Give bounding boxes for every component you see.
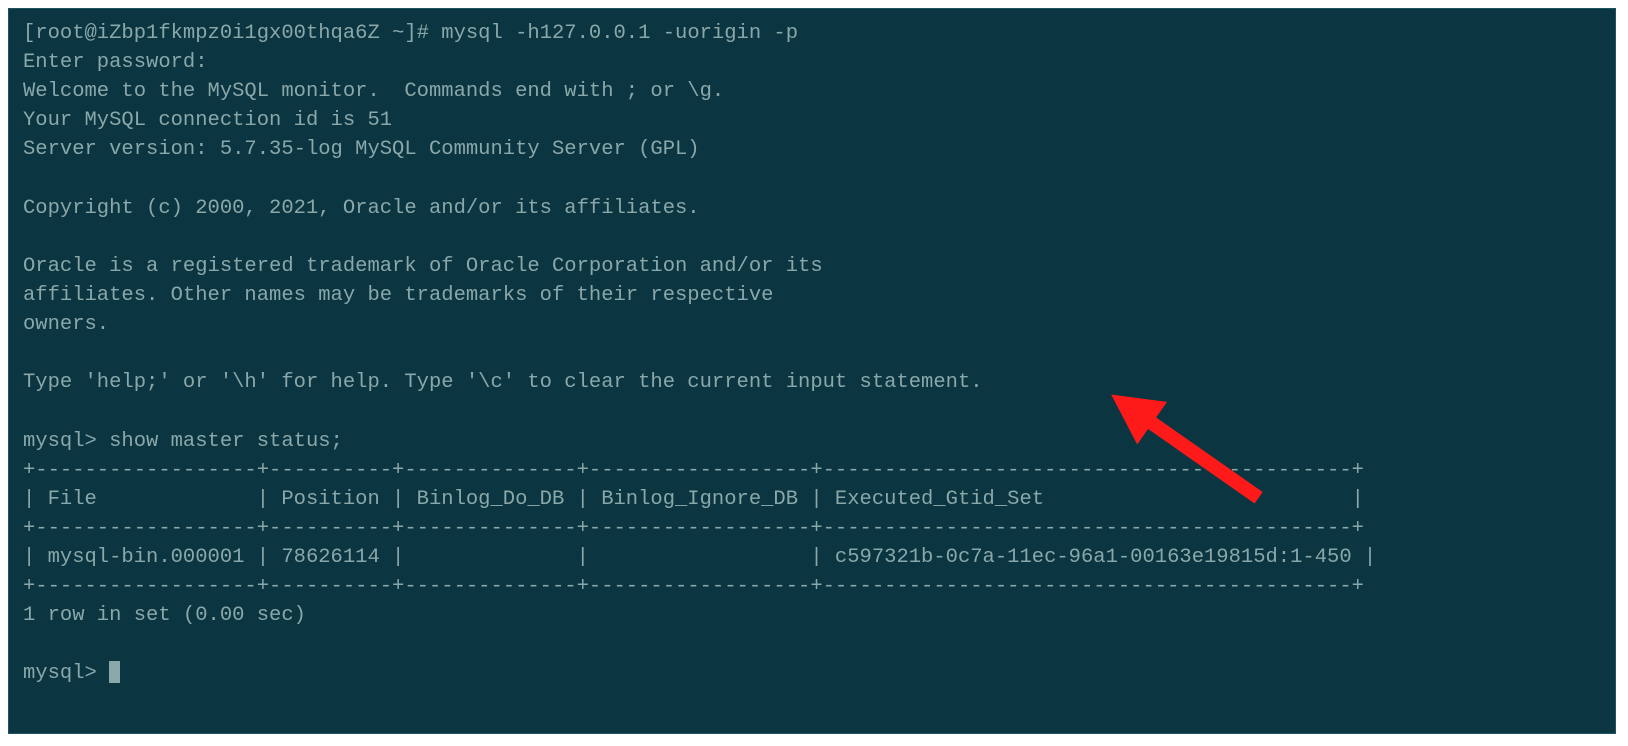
table-separator-mid: +------------------+----------+---------… (23, 517, 1364, 540)
copyright-line: Copyright (c) 2000, 2021, Oracle and/or … (23, 197, 700, 220)
help-line: Type 'help;' or '\h' for help. Type '\c'… (23, 371, 983, 394)
shell-prompt: [root@iZbp1fkmpz0i1gx00thqa6Z ~]# (23, 22, 441, 45)
welcome-line-3: Server version: 5.7.35-log MySQL Communi… (23, 138, 700, 161)
table-data-row: | mysql-bin.000001 | 78626114 | | | c597… (23, 546, 1376, 569)
shell-command: mysql -h127.0.0.1 -uorigin -p (441, 22, 798, 45)
terminal-output: [root@iZbp1fkmpz0i1gx00thqa6Z ~]# mysql … (23, 19, 1601, 689)
table-separator-bottom: +------------------+----------+---------… (23, 575, 1364, 598)
mysql-query: show master status; (109, 430, 343, 453)
trademark-line-3: owners. (23, 313, 109, 336)
result-summary: 1 row in set (0.00 sec) (23, 604, 306, 627)
welcome-line-1: Welcome to the MySQL monitor. Commands e… (23, 80, 724, 103)
terminal-window[interactable]: [root@iZbp1fkmpz0i1gx00thqa6Z ~]# mysql … (8, 8, 1616, 734)
mysql-prompt-idle: mysql> (23, 662, 109, 685)
trademark-line-2: affiliates. Other names may be trademark… (23, 284, 773, 307)
table-header-row: | File | Position | Binlog_Do_DB | Binlo… (23, 488, 1364, 511)
welcome-line-2: Your MySQL connection id is 51 (23, 109, 392, 132)
table-separator-top: +------------------+----------+---------… (23, 459, 1364, 482)
mysql-prompt: mysql> (23, 430, 109, 453)
cursor-block (109, 661, 120, 683)
trademark-line-1: Oracle is a registered trademark of Orac… (23, 255, 823, 278)
password-prompt: Enter password: (23, 51, 208, 74)
